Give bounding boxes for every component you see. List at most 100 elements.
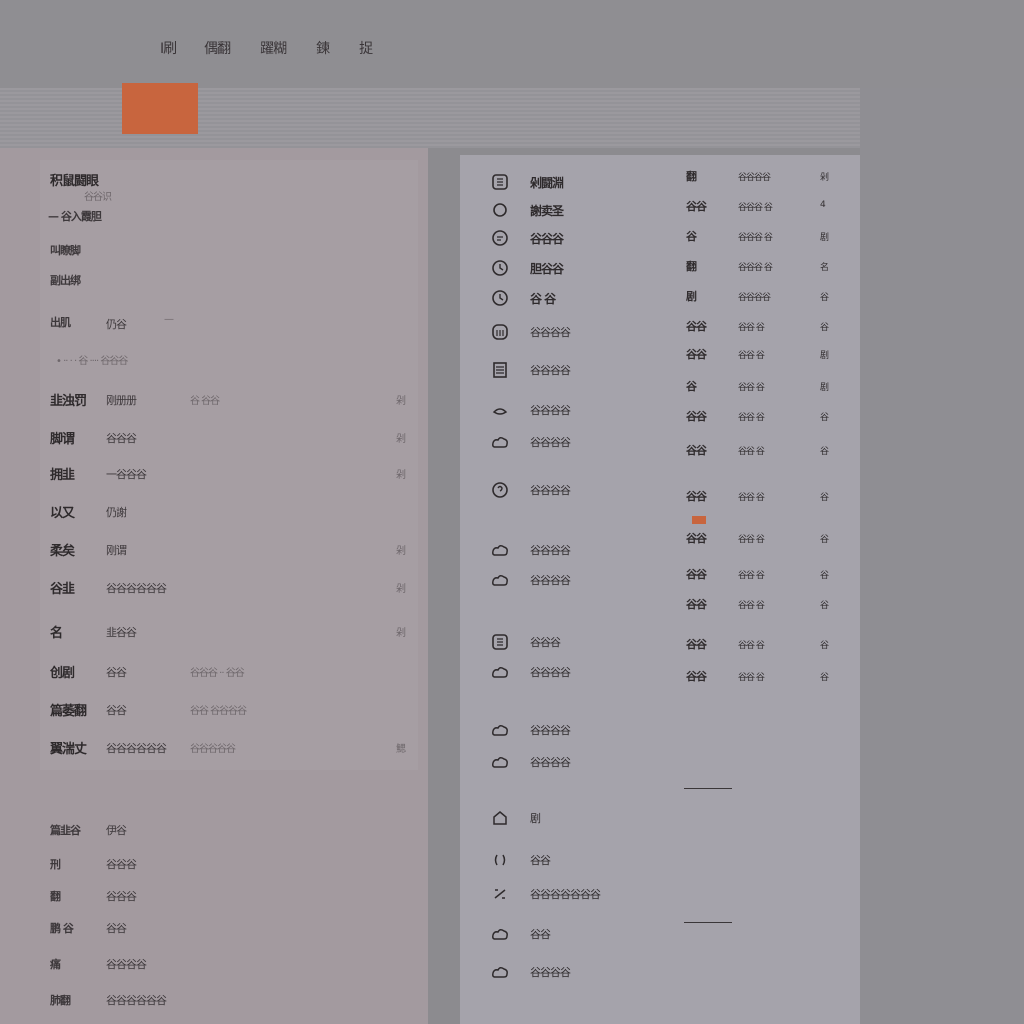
table-key: 谷谷 (686, 568, 707, 581)
table-action[interactable]: 谷 (820, 410, 829, 423)
cloud-icon (490, 432, 510, 452)
table-key: 谷谷 (686, 320, 707, 333)
grid-icon (490, 632, 510, 652)
row-action[interactable]: 剁 (396, 624, 406, 639)
top-nav-item[interactable]: I刷 (160, 38, 177, 58)
home-icon (490, 808, 510, 828)
right-item-label[interactable]: 谷 谷 (530, 290, 556, 307)
table-action[interactable]: 谷 (820, 598, 829, 611)
right-item-label[interactable]: 谷谷 (530, 926, 551, 942)
right-item-label[interactable]: 谷谷谷谷 (530, 964, 571, 980)
table-action[interactable]: 谷 (820, 290, 829, 303)
right-item-label[interactable]: 剧 (530, 810, 541, 826)
bottom-value: 谷谷 (106, 922, 127, 935)
row-value: 韭谷谷 (106, 626, 137, 639)
hint-label: 出肌 (50, 316, 71, 329)
bottom-value: 谷谷谷谷 (106, 958, 147, 971)
row-key: 拥韭 (50, 468, 75, 483)
table-key: 谷 (686, 230, 697, 243)
table-value: 谷谷 谷 (738, 493, 765, 503)
row-action[interactable]: 剁 (396, 466, 406, 481)
table-value: 谷谷 谷 (738, 351, 765, 361)
table-action[interactable]: 剧 (820, 380, 829, 393)
right-item-label[interactable]: 剁闘淵 (530, 174, 564, 191)
table-key: 谷谷 (686, 348, 707, 361)
right-item-label[interactable]: 谷谷谷谷 (530, 324, 571, 340)
table-value: 谷谷 谷 (738, 601, 765, 611)
table-value: 谷谷谷 谷 (738, 203, 773, 213)
left-subtitle: 谷谷识 (84, 192, 112, 203)
row-action[interactable]: 剁 (396, 430, 406, 445)
right-item-label[interactable]: 谷谷谷 (530, 634, 561, 650)
table-action[interactable]: 谷 (820, 638, 829, 651)
row-action[interactable]: 剁 (396, 580, 406, 595)
help-icon (490, 480, 510, 500)
table-value: 谷谷 谷 (738, 535, 765, 545)
row-key: 创剧 (50, 666, 75, 681)
cloud-icon (490, 962, 510, 982)
right-item-label[interactable]: 谷谷 (530, 852, 551, 868)
table-key: 谷谷 (686, 200, 707, 213)
bottom-value: 谷谷谷谷谷谷 (106, 994, 167, 1007)
right-item-label[interactable]: 谷谷谷谷 (530, 434, 571, 450)
right-item-label[interactable]: 谷谷谷谷 (530, 664, 571, 680)
table-value: 谷谷谷谷 (738, 173, 771, 183)
right-item-label[interactable]: 謝卖圣 (530, 202, 564, 219)
row-action[interactable]: 剁 (396, 392, 406, 407)
row-value: 谷谷谷谷谷谷 (106, 742, 167, 755)
right-item-label[interactable]: 谷谷谷谷谷谷谷 (530, 886, 601, 902)
table-action[interactable]: 剧 (820, 348, 829, 361)
top-bar: I刷 偶翻 躍糊 鍊 捉 (0, 0, 1024, 88)
bottom-key: 肺翻 (50, 994, 71, 1007)
table-action[interactable]: 名 (820, 260, 829, 273)
table-action[interactable]: 谷 (820, 444, 829, 457)
table-action[interactable]: 谷 (820, 670, 829, 683)
table-value: 谷谷 谷 (738, 571, 765, 581)
cloud-icon (490, 662, 510, 682)
table-action[interactable]: 谷 (820, 490, 829, 503)
top-nav-item[interactable]: 捉 (359, 38, 373, 58)
table-value: 谷谷谷谷 (738, 293, 771, 303)
right-item-label[interactable]: 谷谷谷谷 (530, 362, 571, 378)
table-key: 翻 (686, 170, 697, 183)
divider (684, 922, 732, 923)
bottom-key: 痛 (50, 958, 61, 971)
table-action[interactable]: 剁 (820, 170, 829, 183)
right-item-label[interactable]: 谷谷谷谷 (530, 754, 571, 770)
clock-icon (490, 288, 510, 308)
top-nav-item[interactable]: 偶翻 (204, 38, 231, 58)
table-action[interactable]: 谷 (820, 532, 829, 545)
row-action[interactable]: 剁 (396, 542, 406, 557)
accent-block[interactable] (122, 83, 198, 134)
bottom-value: 谷谷谷 (106, 890, 137, 903)
table-value: 谷谷谷 谷 (738, 233, 773, 243)
right-item-label[interactable]: 谷谷谷谷 (530, 722, 571, 738)
left-line-1: — 谷入霞胆 (48, 210, 102, 223)
clock-icon (490, 258, 510, 278)
right-item-label[interactable]: 谷谷谷谷 (530, 482, 571, 498)
top-nav-item[interactable]: 鍊 (316, 38, 330, 58)
row-action[interactable]: 鰓 (396, 740, 406, 755)
table-action[interactable]: 剧 (820, 230, 829, 243)
right-panel (460, 155, 860, 1024)
right-item-label[interactable]: 谷谷谷谷 (530, 542, 571, 558)
right-item-label[interactable]: 谷谷谷谷 (530, 572, 571, 588)
right-edge (860, 88, 1024, 1024)
table-value: 谷谷 谷 (738, 641, 765, 651)
row-key: 篇萎翻 (50, 704, 87, 719)
right-item-label[interactable]: 谷谷谷谷 (530, 402, 571, 418)
row-value: 刚册册 (106, 394, 137, 407)
table-action[interactable]: 谷 (820, 568, 829, 581)
row-note: 谷谷谷 ·· 谷谷 (190, 668, 245, 679)
left-line-3: 副出绑 (50, 274, 81, 287)
row-note: 谷谷 谷谷谷谷 (190, 706, 247, 717)
right-item-label[interactable]: 胆谷谷 (530, 260, 564, 277)
top-nav-item[interactable]: 躍糊 (260, 38, 287, 58)
right-item-label[interactable]: 谷谷谷 (530, 230, 564, 247)
table-action[interactable]: 谷 (820, 320, 829, 333)
row-key: 谷韭 (50, 582, 75, 597)
table-action[interactable]: 4 (820, 200, 826, 210)
bottom-key: 鹏 谷 (50, 922, 74, 935)
row-value: 刚谓 (106, 544, 127, 557)
bottom-value: 伊谷 (106, 824, 127, 837)
